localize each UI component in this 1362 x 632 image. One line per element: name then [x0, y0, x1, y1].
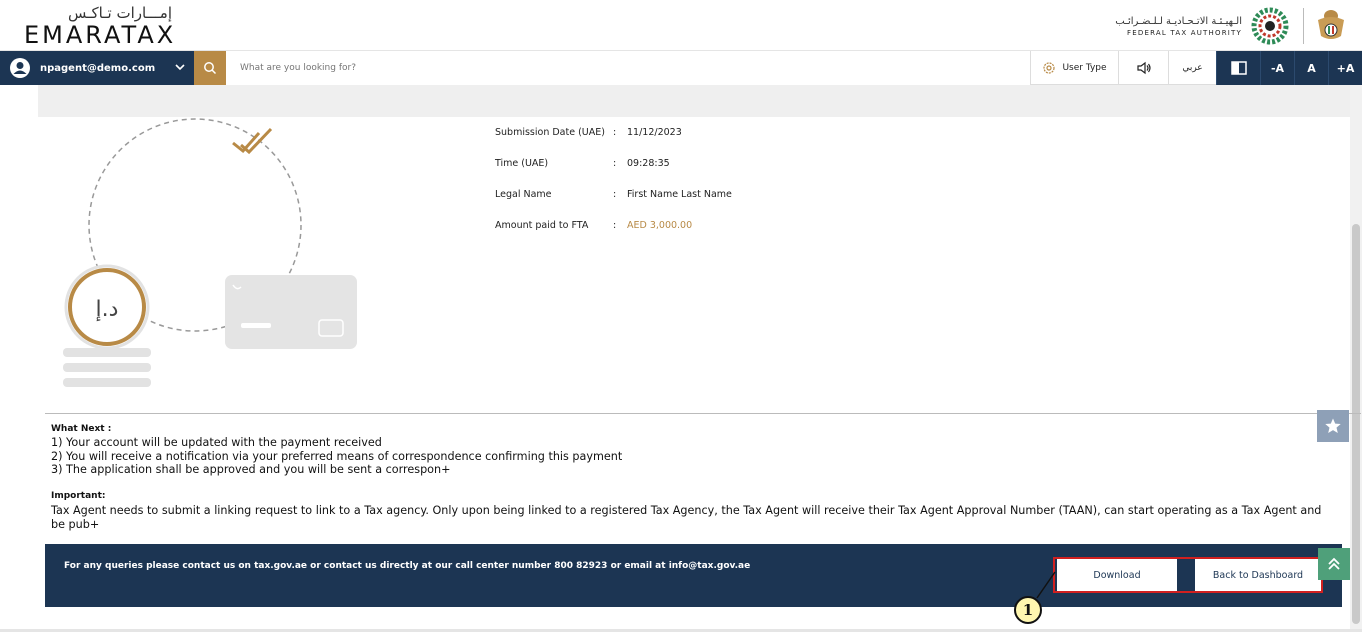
- section-divider: [45, 413, 1361, 414]
- chevron-down-icon[interactable]: [174, 61, 186, 73]
- detail-label: Legal Name: [495, 189, 552, 200]
- header-divider: [1303, 8, 1304, 44]
- dirham-coin-text: د.إ: [96, 297, 119, 322]
- logo-arabic-text: إمـــارات تـاكـس: [67, 4, 172, 22]
- favorite-button[interactable]: [1317, 410, 1349, 442]
- fta-emblem-icon: [1251, 7, 1289, 45]
- back-to-dashboard-button[interactable]: Back to Dashboard: [1195, 559, 1321, 591]
- user-avatar-icon: [10, 58, 30, 78]
- detail-colon: :: [613, 127, 617, 138]
- payment-success-illustration: د.إ: [63, 118, 357, 387]
- search-button[interactable]: [194, 51, 226, 85]
- fta-logo: الـهيـئـة الاتـحـاديـة لـلـضـرائـب FEDER…: [1115, 6, 1290, 46]
- uae-emblem-icon: [1318, 10, 1344, 39]
- star-icon: [1325, 418, 1341, 433]
- detail-colon: :: [613, 189, 617, 200]
- nav-bar: npagent@demo.com User Type عربي -A: [0, 51, 1362, 85]
- detail-value: 11/12/2023: [627, 127, 682, 138]
- detail-label: Submission Date (UAE): [495, 127, 605, 138]
- fta-english-text: FEDERAL TAX AUTHORITY: [1127, 28, 1242, 37]
- gear-icon: [1043, 62, 1056, 74]
- user-type-button[interactable]: User Type: [1030, 51, 1118, 85]
- arabic-label: عربي: [1182, 63, 1203, 73]
- detail-value: 09:28:35: [627, 158, 670, 169]
- user-type-label: User Type: [1062, 63, 1107, 73]
- what-next-item: 2) You will receive a notification via y…: [51, 450, 623, 463]
- user-menu[interactable]: npagent@demo.com: [0, 51, 194, 85]
- detail-colon: :: [613, 158, 617, 169]
- contrast-icon: [1230, 61, 1247, 75]
- what-next-item: 1) Your account will be updated with the…: [51, 436, 382, 449]
- contrast-toggle-button[interactable]: [1216, 51, 1260, 85]
- double-chevron-up-icon: [1328, 557, 1340, 570]
- font-decrease-button[interactable]: -A: [1260, 51, 1294, 85]
- speaker-icon: [1136, 61, 1151, 75]
- detail-value-amount: AED 3,000.00: [627, 220, 693, 231]
- download-button[interactable]: Download: [1057, 559, 1177, 591]
- important-heading: Important:: [51, 491, 106, 501]
- text-to-speech-button[interactable]: [1118, 51, 1168, 85]
- footer-contact-text: For any queries please contact us on tax…: [64, 561, 751, 571]
- footer-bar: For any queries please contact us on tax…: [45, 544, 1342, 607]
- language-arabic-button[interactable]: عربي: [1168, 51, 1216, 85]
- important-text: Tax Agent needs to submit a linking requ…: [51, 504, 1322, 531]
- what-next-heading: What Next :: [51, 424, 112, 434]
- scroll-to-top-button[interactable]: [1318, 548, 1350, 580]
- fta-arabic-text: الـهيـئـة الاتـحـاديـة لـلـضـرائـب: [1115, 15, 1242, 27]
- scrollbar-thumb[interactable]: [1352, 224, 1360, 624]
- search-icon: [204, 62, 217, 75]
- detail-value: First Name Last Name: [627, 189, 732, 200]
- detail-colon: :: [613, 220, 617, 231]
- detail-label: Amount paid to FTA: [495, 220, 589, 231]
- user-email: npagent@demo.com: [40, 62, 156, 74]
- emaratax-logo[interactable]: إمـــارات تـاكـس EMARATAX: [24, 4, 176, 48]
- step-callout-badge: 1: [1014, 596, 1042, 624]
- logo-english-text: EMARATAX: [24, 21, 177, 49]
- font-increase-button[interactable]: +A: [1328, 51, 1362, 85]
- detail-label: Time (UAE): [495, 158, 549, 169]
- font-normal-button[interactable]: A: [1294, 51, 1328, 85]
- what-next-item: 3) The application shall be approved and…: [51, 463, 451, 476]
- page-top-band: [38, 85, 1361, 117]
- search-input[interactable]: [226, 51, 1030, 85]
- top-header: إمـــارات تـاكـس EMARATAX الـهيـئـة الات…: [0, 0, 1362, 51]
